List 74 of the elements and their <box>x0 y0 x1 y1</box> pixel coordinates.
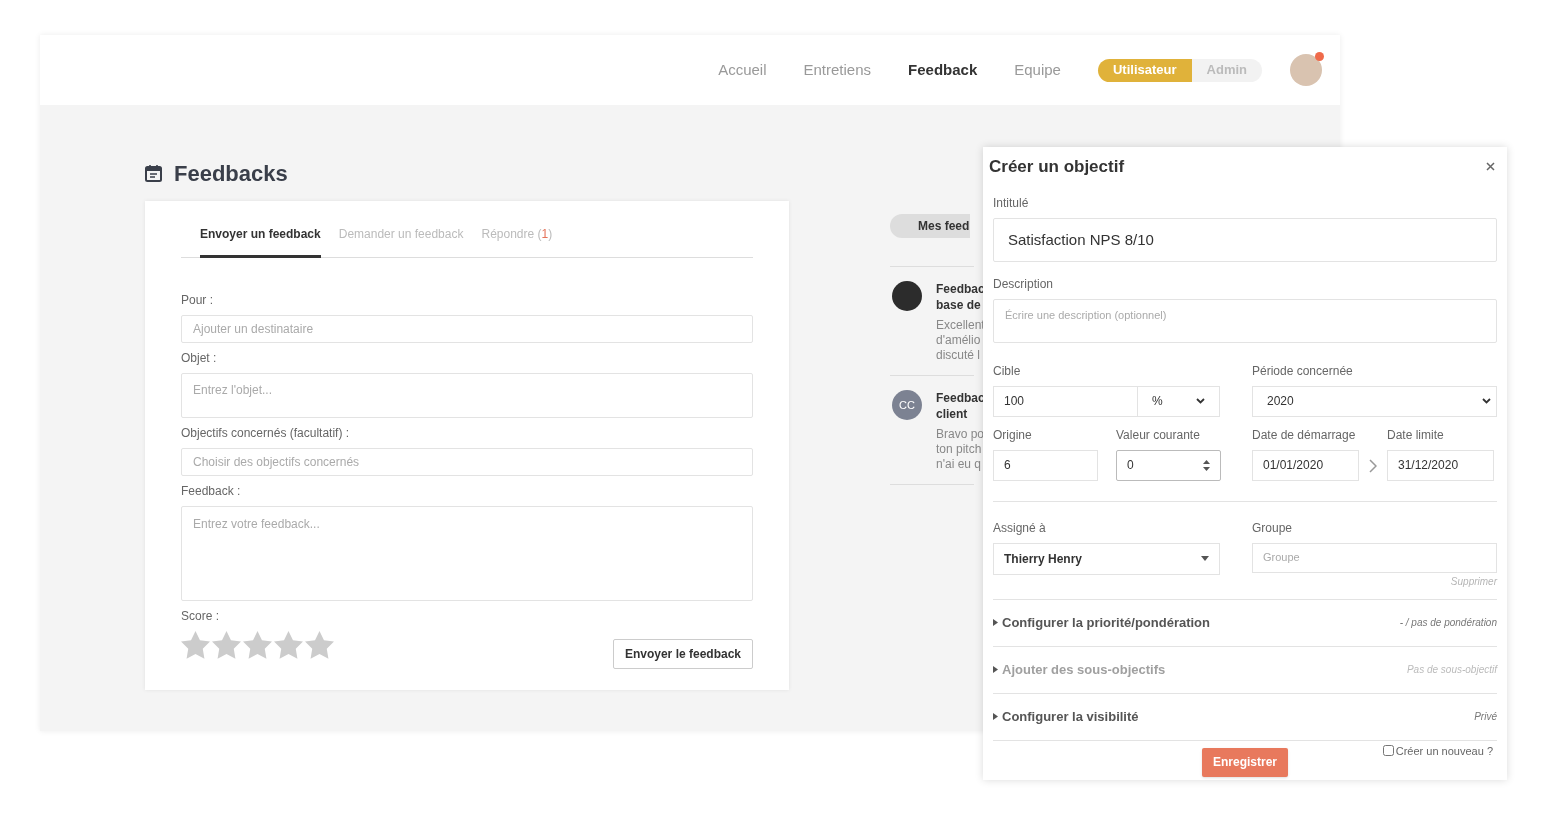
date-field[interactable]: 31/12/2020 <box>1387 449 1494 481</box>
date-field[interactable]: 01/01/2020 <box>1252 449 1359 481</box>
chevron-down-icon <box>1196 398 1205 404</box>
period-select[interactable]: 2020 <box>1252 385 1497 417</box>
star-rating[interactable] <box>181 631 334 659</box>
field-label: Intitulé <box>993 194 1030 212</box>
feed-tab[interactable]: Mes feed <box>890 214 971 238</box>
star-icon[interactable] <box>274 631 303 659</box>
field-label: Origine <box>993 426 1033 444</box>
field-label: Feedback : <box>181 483 242 500</box>
nav-link[interactable]: Accueil <box>718 58 767 82</box>
nav-link[interactable]: Entretiens <box>803 58 872 82</box>
page-title: Feedbacks <box>174 159 288 188</box>
tab[interactable]: Demander un feedback <box>338 225 464 258</box>
input-field[interactable]: Ajouter un destinataire <box>181 315 753 343</box>
field-label: Description <box>993 275 1055 293</box>
close-icon[interactable] <box>1486 162 1495 172</box>
input-field[interactable]: Entrez l'objet... <box>181 373 753 418</box>
feed-item-title: Feedbac base de <box>936 281 985 313</box>
section-summary: Privé <box>1474 710 1497 724</box>
role-toggle[interactable]: Utilisateur <box>1097 58 1192 82</box>
caret-icon <box>993 713 998 720</box>
avatar <box>892 281 922 311</box>
caret-down-icon <box>1201 556 1209 561</box>
star-icon[interactable] <box>305 631 334 659</box>
avatar: CC <box>892 390 922 420</box>
feed-item-text: Bravo po ton pitch n'ai eu q <box>936 427 985 472</box>
field-label: Groupe <box>1252 519 1294 537</box>
nav-link[interactable]: Equipe <box>1014 58 1061 82</box>
field-label: Assigné à <box>993 519 1047 537</box>
star-icon[interactable] <box>181 631 210 659</box>
input-field[interactable]: 6 <box>993 449 1098 481</box>
field-label: Période concernée <box>1252 362 1354 380</box>
spinner-icon[interactable] <box>1203 459 1210 471</box>
tab[interactable]: Envoyer un feedback <box>200 225 321 258</box>
section-toggle[interactable]: Configurer la visibilité <box>993 706 1139 727</box>
dialog-title: Créer un objectif <box>989 156 1125 178</box>
calendar-icon <box>145 164 162 182</box>
remove-link[interactable]: Supprimer <box>1450 573 1497 589</box>
send-feedback-button[interactable]: Envoyer le feedback <box>612 639 753 669</box>
save-button[interactable]: Enregistrer <box>1202 747 1288 777</box>
input-field[interactable]: 100 <box>993 385 1138 417</box>
field-label: Objectifs concernés (facultatif) : <box>181 425 351 442</box>
section-summary: - / pas de pondération <box>1399 616 1497 630</box>
avatar[interactable] <box>1290 54 1322 86</box>
unit-select[interactable]: % <box>1138 385 1220 417</box>
star-icon[interactable] <box>243 631 272 659</box>
text-area[interactable]: Écrire une description (optionnel) <box>993 298 1497 343</box>
field-label: Date limite <box>1387 426 1445 444</box>
section-summary: Pas de sous-objectif <box>1406 663 1497 677</box>
nav-link[interactable]: Feedback <box>908 58 978 82</box>
feed-item-text: Excellent d'amélio discuté l <box>936 318 985 363</box>
checkbox-label: Créer un nouveau ? <box>1395 743 1493 759</box>
input-field[interactable]: Satisfaction NPS 8/10 <box>993 217 1497 262</box>
star-icon[interactable] <box>212 631 241 659</box>
caret-icon <box>993 619 998 626</box>
field-label: Objet : <box>181 350 218 367</box>
input-field[interactable]: Groupe <box>1252 542 1497 573</box>
field-label: Score : <box>181 608 220 625</box>
number-field[interactable]: 0 <box>1116 449 1221 481</box>
field-label: Cible <box>993 362 1022 380</box>
checkbox[interactable] <box>1382 745 1394 757</box>
field-label: Valeur courante <box>1116 426 1201 444</box>
text-area[interactable]: Entrez votre feedback... <box>181 506 753 601</box>
input-field[interactable]: Choisir des objectifs concernés <box>181 448 753 476</box>
field-label: Date de démarrage <box>1252 426 1357 444</box>
chevron-down-icon <box>1482 398 1491 404</box>
field-label: Pour : <box>181 292 214 309</box>
chevron-right-icon <box>1369 458 1377 473</box>
caret-icon <box>993 666 998 673</box>
tab[interactable]: Répondre (1) <box>481 225 553 258</box>
feed-item-title: Feedbac client <box>936 390 985 422</box>
assignee-select[interactable]: Thierry Henry <box>993 542 1220 575</box>
section-toggle[interactable]: Configurer la priorité/pondération <box>993 612 1210 633</box>
